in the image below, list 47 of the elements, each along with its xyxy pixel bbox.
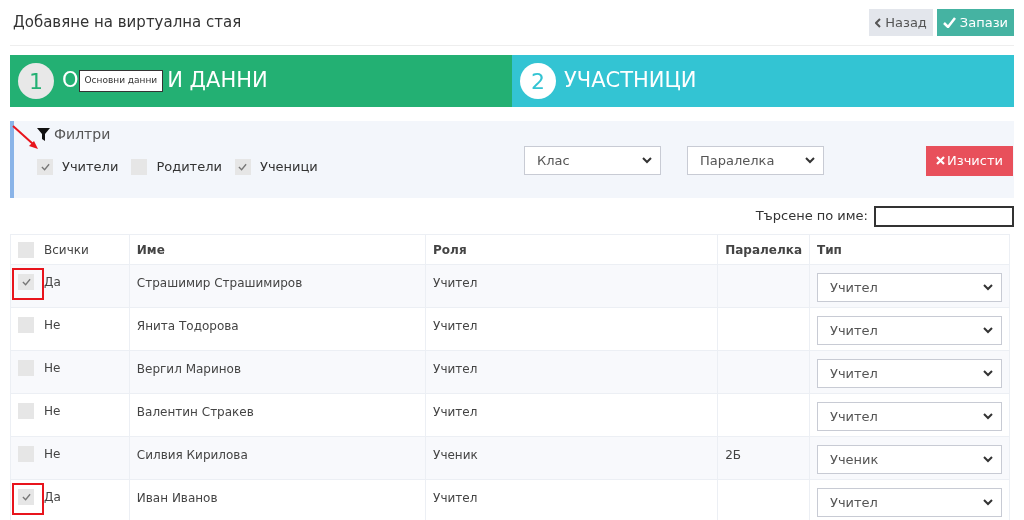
select-field[interactable]: Учител <box>817 488 1002 517</box>
back-button[interactable]: Назад <box>869 9 933 36</box>
select-field[interactable]: Учител <box>817 273 1002 302</box>
wizard-step[interactable]: 1 О Основни данни И ДАННИ <box>10 55 512 107</box>
step-label: И ДАННИ <box>167 67 268 95</box>
checkbox-label: Родители <box>156 158 222 176</box>
step-number: 2 <box>520 63 556 99</box>
table-cell: Силвия Кирилова <box>136 448 248 462</box>
table-cell-text: Не <box>44 360 61 377</box>
table-cell: Учител <box>433 276 478 290</box>
table-cell: Янита Тодорова <box>136 319 239 333</box>
table-cell-text: Да <box>44 274 61 291</box>
table-cell: Вергил Маринов <box>136 362 241 376</box>
table-cell-text: Не <box>44 446 61 463</box>
table-cell: Ученик <box>433 448 478 462</box>
filter-title: Филтри <box>54 125 111 144</box>
step-label: О <box>62 67 79 95</box>
table-cell: Учител <box>433 362 478 376</box>
select-field[interactable]: Паралелка <box>687 146 824 175</box>
page-title: Добавяне на виртуална стая <box>12 12 242 34</box>
table-cell-text: Да <box>44 489 61 506</box>
table-cell: Учител <box>433 319 478 333</box>
table-cell: Иван Иванов <box>136 491 218 505</box>
table-cell-text: Не <box>44 403 61 420</box>
column-header: Тип <box>817 242 842 257</box>
step-number: 1 <box>18 63 54 99</box>
select-field[interactable]: Ученик <box>817 445 1002 474</box>
table-cell: Учител <box>433 491 478 505</box>
table-cell: 2Б <box>725 448 742 462</box>
table-cell: Учител <box>433 405 478 419</box>
table-cell: Страшимир Страшимиров <box>136 276 303 290</box>
column-header: Всички <box>44 241 89 259</box>
column-header: Паралелка <box>725 242 802 257</box>
tooltip: Основни данни <box>78 70 164 92</box>
search-label: Търсене по име: <box>755 207 868 226</box>
select-field[interactable]: Учител <box>817 402 1002 431</box>
clear-button[interactable]: Изчисти <box>926 145 1013 176</box>
select-field[interactable]: Учител <box>817 359 1002 388</box>
select-field[interactable]: Клас <box>524 146 661 175</box>
column-header: Име <box>136 242 165 257</box>
select-field[interactable]: Учител <box>817 316 1002 345</box>
step-label: УЧАСТНИЦИ <box>564 67 697 95</box>
column-header: Роля <box>433 242 467 257</box>
table-cell-text: Не <box>44 317 61 334</box>
table-cell: Валентин Стракев <box>136 405 254 419</box>
checkbox-label: Учители <box>62 158 119 176</box>
checkbox-label: Ученици <box>259 158 318 176</box>
